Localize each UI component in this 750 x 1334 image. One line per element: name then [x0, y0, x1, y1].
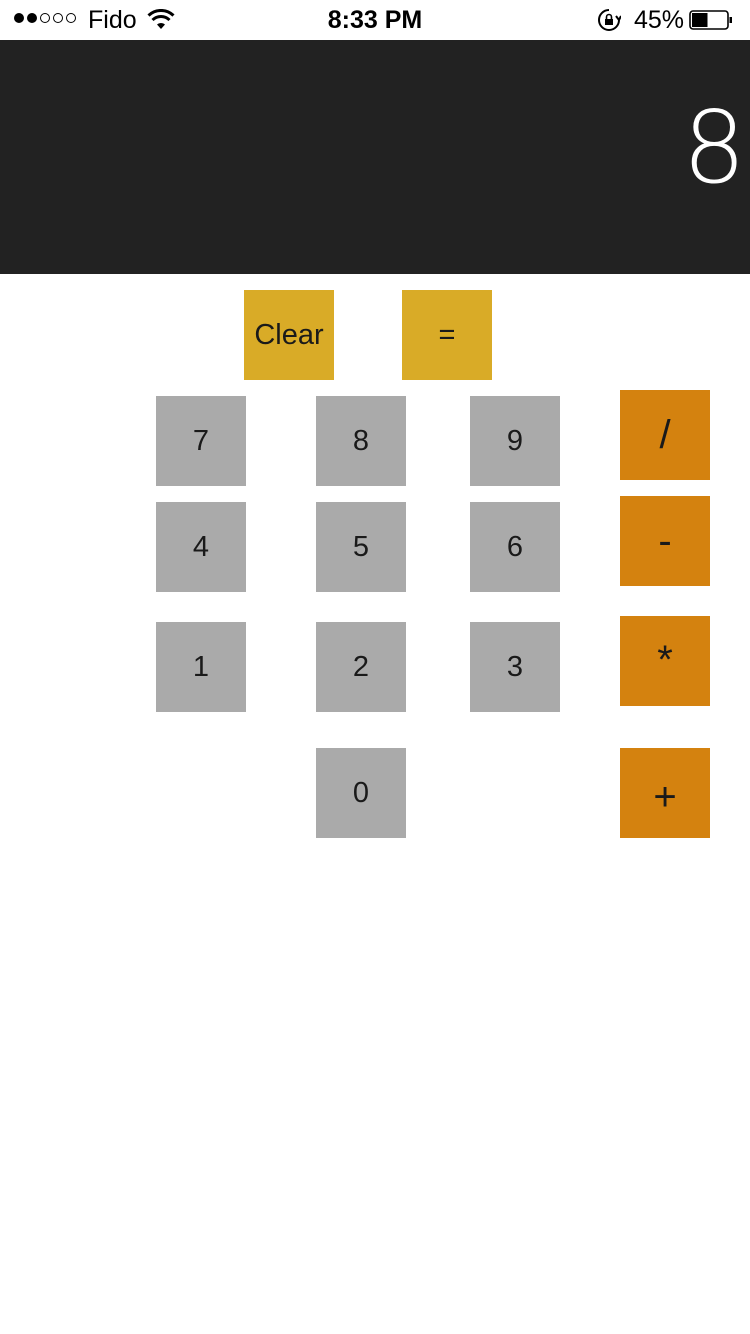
battery-icon: [689, 10, 732, 30]
digit-0-button[interactable]: 0: [316, 748, 406, 838]
add-button[interactable]: +: [620, 748, 710, 838]
clear-button[interactable]: Clear: [244, 290, 334, 380]
equals-button[interactable]: =: [402, 290, 492, 380]
digit-2-button[interactable]: 2: [316, 622, 406, 712]
digit-6-button[interactable]: 6: [470, 502, 560, 592]
digit-8-button[interactable]: 8: [316, 396, 406, 486]
battery-percent: 45%: [634, 6, 685, 34]
display-value: 8: [682, 89, 746, 206]
rotation-lock-icon: [598, 9, 621, 31]
digit-5-button[interactable]: 5: [316, 502, 406, 592]
digit-3-button[interactable]: 3: [470, 622, 560, 712]
digit-7-button[interactable]: 7: [156, 396, 246, 486]
digit-4-button[interactable]: 4: [156, 502, 246, 592]
digit-1-button[interactable]: 1: [156, 622, 246, 712]
calculator-screen: Fido 8:33 PM 45% 8 Clear = 7 8 9 4 5 6 1…: [0, 0, 750, 1334]
subtract-button[interactable]: -: [620, 496, 710, 586]
multiply-button[interactable]: *: [620, 616, 710, 706]
calculator-display: 8: [0, 40, 750, 274]
divide-button[interactable]: /: [620, 390, 710, 480]
digit-9-button[interactable]: 9: [470, 396, 560, 486]
status-bar: Fido 8:33 PM 45%: [0, 0, 750, 40]
